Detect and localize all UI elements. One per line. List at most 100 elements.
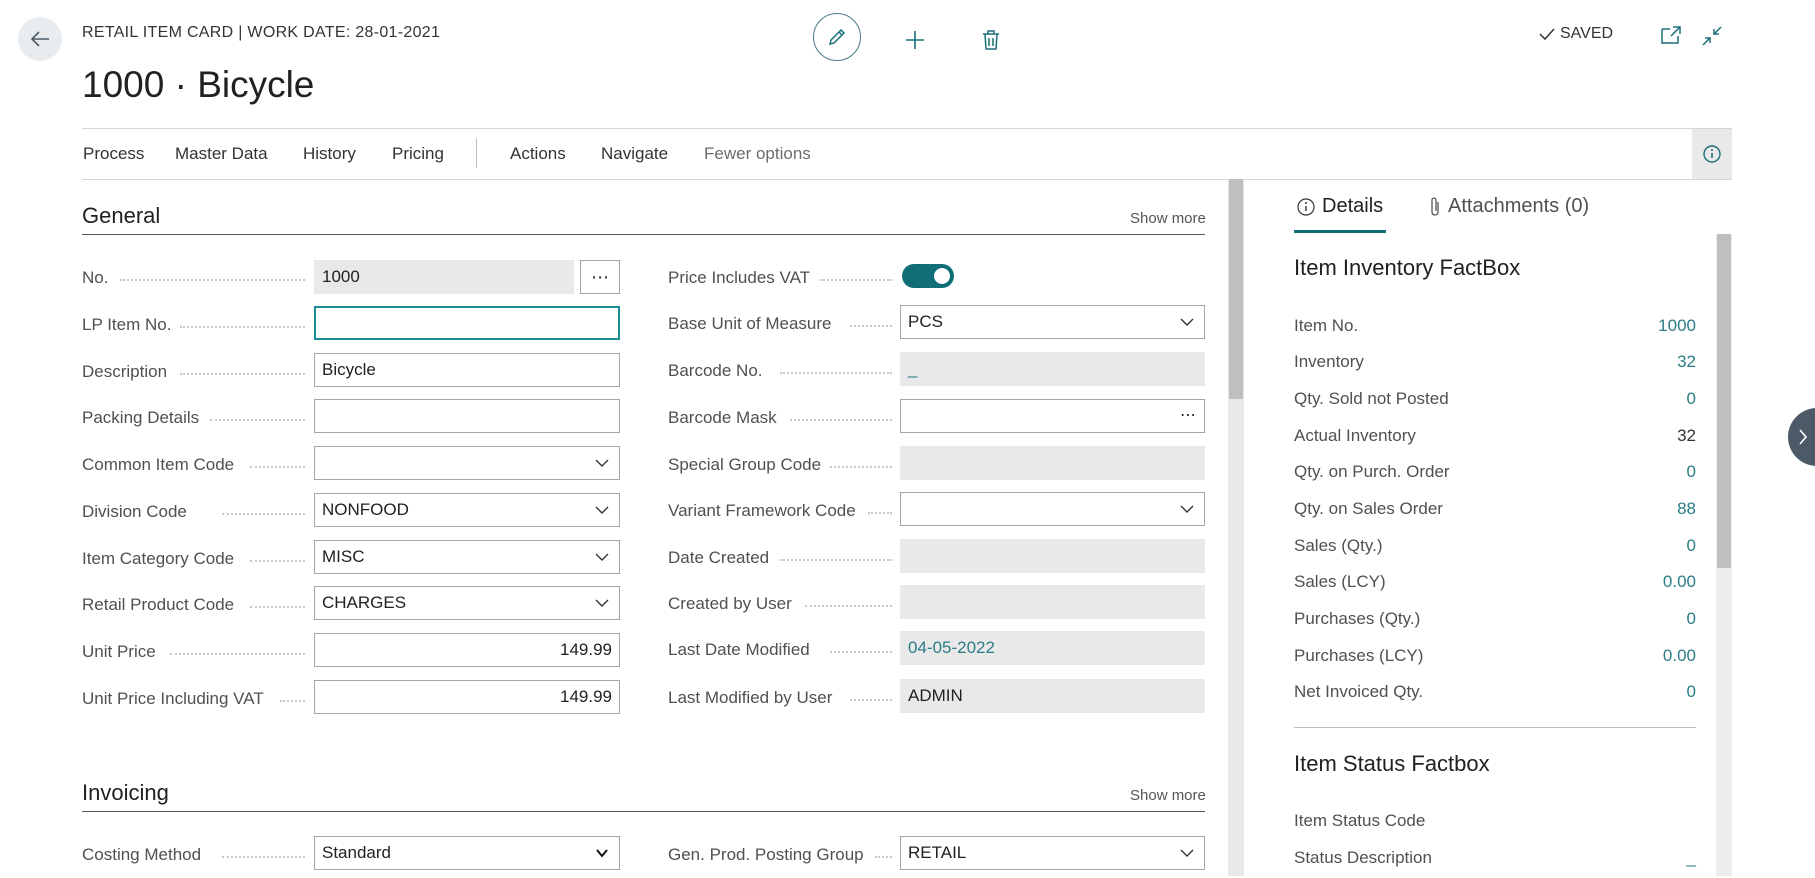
open-new-window-button[interactable] — [1660, 25, 1682, 50]
field-special-group-code[interactable] — [900, 446, 1205, 480]
leader-dots — [250, 606, 305, 608]
fb-row-item-status-code: Item Status Code — [1294, 811, 1696, 841]
field-last-modified-by-user[interactable]: ADMIN — [900, 679, 1205, 713]
factbox-tab-details[interactable]: Details — [1296, 195, 1383, 218]
leader-dots — [850, 699, 892, 701]
toggle-knob — [934, 268, 950, 284]
inventory-factbox-title[interactable]: Item Inventory FactBox — [1294, 255, 1520, 281]
collapse-button[interactable] — [1701, 25, 1723, 52]
fb-value-link[interactable]: 0.00 — [1663, 646, 1696, 666]
action-actions[interactable]: Actions — [510, 144, 566, 164]
label-item-category-code: Item Category Code — [82, 549, 235, 568]
no-assist-button[interactable]: ⋯ — [580, 260, 620, 294]
fb-value-link[interactable]: 32 — [1677, 352, 1696, 372]
label-created-by-user: Created by User — [668, 594, 792, 613]
fb-value-link[interactable]: 0 — [1687, 609, 1696, 629]
fb-value-link[interactable]: 88 — [1677, 499, 1696, 519]
action-fewer-options[interactable]: Fewer options — [704, 144, 811, 164]
field-base-unit-of-measure[interactable]: PCS — [900, 305, 1205, 339]
price-includes-vat-toggle[interactable] — [902, 264, 954, 288]
factbox-toggle-button[interactable] — [1692, 129, 1732, 179]
label-gen-prod-posting-group: Gen. Prod. Posting Group — [668, 845, 864, 864]
field-common-item-code[interactable] — [314, 446, 620, 480]
field-lp-item-no[interactable] — [314, 306, 620, 340]
expand-side-button[interactable] — [1788, 408, 1815, 466]
leader-dots — [170, 653, 305, 655]
field-description[interactable]: Bicycle — [314, 353, 620, 387]
field-date-created[interactable] — [900, 539, 1205, 573]
factbox-scrollbar-thumb[interactable] — [1717, 234, 1731, 568]
label-last-date-modified: Last Date Modified — [668, 640, 810, 659]
section-general-title[interactable]: General — [82, 203, 160, 229]
field-unit-price[interactable]: 149.99 — [314, 633, 620, 667]
field-packing-details[interactable] — [314, 399, 620, 433]
leader-dots — [820, 279, 892, 281]
section-invoicing-title[interactable]: Invoicing — [82, 780, 169, 806]
field-variant-framework-code[interactable] — [900, 492, 1205, 526]
trash-icon — [983, 30, 999, 50]
invoicing-show-more[interactable]: Show more — [1130, 787, 1206, 804]
saved-status: SAVED — [1538, 25, 1613, 43]
new-button[interactable] — [892, 17, 938, 63]
fb-label: Item No. — [1294, 316, 1359, 335]
ellipsis-icon: ⋯ — [591, 266, 609, 287]
leader-dots — [250, 466, 305, 468]
field-division-code[interactable]: NONFOOD — [314, 493, 620, 527]
field-no[interactable]: 1000 — [314, 260, 574, 294]
field-costing-method[interactable]: Standard — [314, 836, 620, 870]
label-retail-product-code: Retail Product Code — [82, 595, 235, 614]
field-division-code-value: NONFOOD — [322, 500, 409, 519]
action-navigate[interactable]: Navigate — [601, 144, 668, 164]
fb-label: Purchases (Qty.) — [1294, 609, 1421, 628]
ellipsis-icon[interactable]: ⋯ — [1180, 405, 1196, 425]
action-pricing[interactable]: Pricing — [392, 144, 444, 164]
action-history[interactable]: History — [303, 144, 356, 164]
main-scrollbar[interactable] — [1228, 179, 1244, 876]
fb-row-sales-qty: Sales (Qty.) 0 — [1294, 536, 1696, 566]
edit-button[interactable] — [813, 13, 861, 61]
field-last-date-modified[interactable]: 04-05-2022 — [900, 631, 1205, 665]
fb-value-link[interactable]: 0.00 — [1663, 572, 1696, 592]
fb-label: Sales (LCY) — [1294, 572, 1386, 591]
fb-value-link[interactable]: 0 — [1687, 682, 1696, 702]
fb-value-link[interactable]: 0 — [1687, 389, 1696, 409]
label-special-group-code: Special Group Code — [668, 455, 822, 474]
fb-row-qty-sold-not-posted: Qty. Sold not Posted 0 — [1294, 389, 1696, 419]
chevron-down-icon — [595, 506, 609, 514]
factbox-separator — [1294, 727, 1696, 728]
action-bar: Process Master Data History Pricing Acti… — [82, 128, 1732, 180]
delete-button[interactable] — [968, 17, 1014, 63]
fb-row-net-invoiced-qty: Net Invoiced Qty. 0 — [1294, 682, 1696, 712]
info-icon — [1703, 145, 1721, 163]
leader-dots — [180, 326, 305, 328]
action-process[interactable]: Process — [83, 144, 144, 164]
field-item-category-code[interactable]: MISC — [314, 540, 620, 574]
field-unit-price-incl-vat[interactable]: 149.99 — [314, 680, 620, 714]
chevron-down-icon — [596, 849, 608, 858]
action-master-data[interactable]: Master Data — [175, 144, 268, 164]
factbox-tab-attachments-label: Attachments (0) — [1448, 195, 1590, 217]
field-gen-prod-posting-group[interactable]: RETAIL — [900, 836, 1205, 870]
field-retail-product-code-value: CHARGES — [322, 593, 407, 612]
back-button[interactable] — [18, 17, 62, 61]
field-created-by-user[interactable] — [900, 585, 1205, 619]
factbox-scrollbar[interactable] — [1716, 234, 1732, 876]
field-barcode-no[interactable]: _ — [900, 352, 1205, 386]
label-costing-method: Costing Method — [82, 845, 202, 864]
fb-value: 32 — [1677, 426, 1696, 445]
factbox-tab-details-label: Details — [1322, 195, 1384, 217]
main-scrollbar-thumb[interactable] — [1229, 179, 1243, 399]
field-gen-prod-posting-group-value: RETAIL — [908, 843, 967, 862]
status-factbox-title[interactable]: Item Status Factbox — [1294, 751, 1490, 777]
leader-dots — [830, 466, 892, 468]
fb-value-link[interactable]: 0 — [1687, 536, 1696, 556]
field-barcode-mask[interactable]: ⋯ — [900, 399, 1205, 433]
general-show-more[interactable]: Show more — [1130, 210, 1206, 227]
fb-label: Qty. on Purch. Order — [1294, 462, 1450, 481]
fb-value-link[interactable]: 0 — [1687, 462, 1696, 482]
leader-dots — [790, 419, 892, 421]
field-retail-product-code[interactable]: CHARGES — [314, 586, 620, 620]
fb-value-link[interactable]: 1000 — [1658, 316, 1696, 336]
fb-value-link[interactable]: _ — [1687, 848, 1696, 868]
factbox-tab-attachments[interactable]: Attachments (0) — [1428, 195, 1589, 218]
